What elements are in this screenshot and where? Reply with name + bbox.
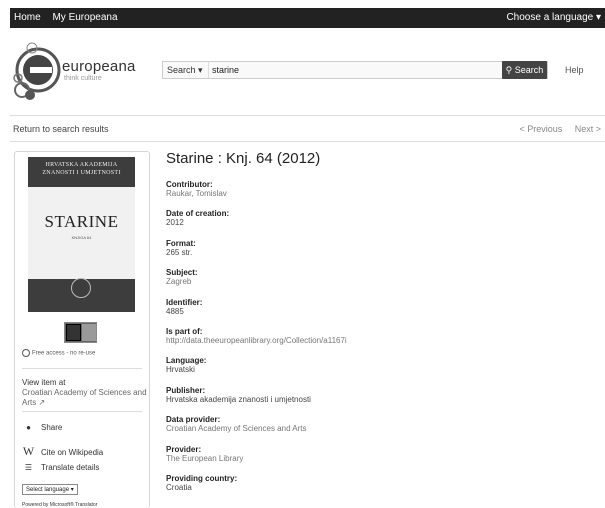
divider bbox=[22, 368, 142, 369]
thumbnail-page-front bbox=[66, 324, 81, 341]
share-button[interactable]: ● Share bbox=[22, 423, 62, 432]
cover-title: STARINE bbox=[44, 212, 119, 231]
metadata-value[interactable]: Raukar, Tomislav bbox=[166, 189, 586, 198]
select-language-dropdown[interactable]: Select language ▾ bbox=[22, 484, 78, 495]
metadata-row: Date of creation: 2012 bbox=[166, 209, 586, 238]
metadata-value[interactable]: Zagreb bbox=[166, 277, 586, 286]
logo-wordmark: europeana bbox=[62, 58, 136, 75]
metadata-value: 265 str. bbox=[166, 247, 193, 257]
metadata-row: Identifier: 4885 bbox=[166, 298, 586, 327]
metadata-row: Subject: Zagreb bbox=[166, 268, 586, 297]
metadata-value: Croatia bbox=[166, 482, 192, 492]
divider bbox=[22, 411, 142, 412]
provider-link[interactable]: Croatian Academy of Sciences and Arts ↗ bbox=[22, 388, 147, 408]
thumbnail-page-back bbox=[82, 324, 96, 341]
metadata-label: Identifier: bbox=[166, 297, 203, 307]
metadata-label: Format: bbox=[166, 238, 196, 248]
metadata-row: Contributor: Raukar, Tomislav bbox=[166, 180, 586, 209]
record-title: Starine : Knj. 64 (2012) bbox=[166, 150, 321, 167]
metadata-label: Is part of: bbox=[166, 326, 203, 336]
powered-by: Powered by Microsoft® Translator bbox=[22, 502, 98, 508]
metadata-row: Is part of: http://data.theeuropeanlibrar… bbox=[166, 327, 586, 356]
metadata-row: Language: Hrvatski bbox=[166, 356, 586, 385]
share-icon: ● bbox=[26, 423, 31, 432]
cover-band bbox=[28, 187, 135, 279]
rights-label: Free access - no re-use bbox=[32, 350, 96, 357]
previous-link[interactable]: < Previous bbox=[519, 124, 562, 134]
home-link[interactable]: Home bbox=[14, 12, 41, 23]
search-input[interactable] bbox=[210, 62, 500, 78]
metadata-row: Data provider: Croatian Academy of Scienc… bbox=[166, 415, 586, 444]
metadata-label: Providing country: bbox=[166, 473, 238, 483]
metadata-value[interactable]: http://data.theeuropeanlibrary.org/Colle… bbox=[166, 336, 586, 345]
search-button[interactable]: ⚲ Search bbox=[502, 61, 547, 79]
cite-label: Cite on Wikipedia bbox=[41, 448, 104, 457]
metadata-label: Language: bbox=[166, 356, 207, 366]
rights-statement[interactable]: Free access - no re-use bbox=[22, 349, 95, 357]
metadata-row: Providing country: Croatia bbox=[166, 474, 586, 503]
cite-wikipedia-button[interactable]: W Cite on Wikipedia bbox=[22, 444, 103, 459]
search-button-label: Search bbox=[514, 65, 544, 75]
metadata-value: Hrvatska akademija znanosti i umjetnosti bbox=[166, 394, 311, 404]
cover-subtitle: KNJIGA 64 bbox=[71, 235, 92, 240]
record-metadata: Contributor: Raukar, Tomislav Date of crea… bbox=[166, 180, 586, 503]
metadata-label: Provider: bbox=[166, 444, 202, 454]
divider bbox=[10, 115, 605, 116]
metadata-value: 4885 bbox=[166, 306, 184, 316]
pager: < Previous Next > bbox=[509, 124, 601, 134]
top-navigation-bar: Home My Europeana Choose a language ▾ bbox=[10, 8, 605, 28]
translate-label: Translate details bbox=[41, 463, 100, 472]
cover-publisher-line1: HRVATSKA AKADEMIJA bbox=[45, 162, 118, 168]
external-link-icon: ↗ bbox=[38, 398, 46, 407]
translate-icon: ☰ bbox=[24, 463, 33, 472]
next-link[interactable]: Next > bbox=[575, 124, 601, 134]
metadata-value[interactable]: The European Library bbox=[166, 454, 586, 463]
metadata-label: Date of creation: bbox=[166, 209, 230, 219]
metadata-value[interactable]: Croatian Academy of Sciences and Arts bbox=[166, 424, 586, 433]
copyright-icon bbox=[22, 349, 30, 357]
search-bar: Search ▾ ⚲ Search bbox=[162, 61, 548, 79]
academy-emblem-icon bbox=[71, 278, 91, 298]
metadata-row: Format: 265 str. bbox=[166, 239, 586, 268]
my-europeana-link[interactable]: My Europeana bbox=[52, 12, 117, 23]
metadata-label: Publisher: bbox=[166, 385, 206, 395]
search-icon: ⚲ bbox=[505, 65, 513, 75]
metadata-value: 2012 bbox=[166, 218, 184, 228]
metadata-value: Hrvatski bbox=[166, 365, 195, 375]
wikipedia-icon: W bbox=[22, 444, 35, 458]
cover-publisher-line2: ZNANOSTI I UMJETNOSTI bbox=[42, 170, 121, 176]
cover-image[interactable]: HRVATSKA AKADEMIJA ZNANOSTI I UMJETNOSTI… bbox=[28, 157, 135, 312]
language-chooser[interactable]: Choose a language ▾ bbox=[506, 12, 601, 23]
view-item-at: View item at Croatian Academy of Science… bbox=[22, 378, 147, 408]
logo-tagline: think culture bbox=[64, 75, 102, 82]
item-side-panel: HRVATSKA AKADEMIJA ZNANOSTI I UMJETNOSTI… bbox=[14, 151, 150, 508]
metadata-label: Data provider: bbox=[166, 415, 221, 425]
cover-publisher: HRVATSKA AKADEMIJA ZNANOSTI I UMJETNOSTI bbox=[28, 157, 135, 177]
translate-details-button[interactable]: ☰ Translate details bbox=[22, 463, 100, 472]
cover-thumbnail[interactable] bbox=[64, 322, 97, 343]
metadata-row: Provider: The European Library bbox=[166, 445, 586, 474]
view-item-label: View item at bbox=[22, 378, 66, 387]
divider bbox=[10, 141, 605, 142]
search-scope-dropdown[interactable]: Search ▾ bbox=[163, 62, 209, 78]
metadata-row: Publisher: Hrvatska akademija znanosti i … bbox=[166, 386, 586, 415]
back-to-results-link[interactable]: Return to search results bbox=[13, 124, 109, 134]
metadata-label: Contributor: bbox=[166, 180, 213, 189]
help-link[interactable]: Help bbox=[565, 65, 584, 75]
share-label: Share bbox=[41, 423, 63, 432]
metadata-label: Subject: bbox=[166, 268, 198, 278]
